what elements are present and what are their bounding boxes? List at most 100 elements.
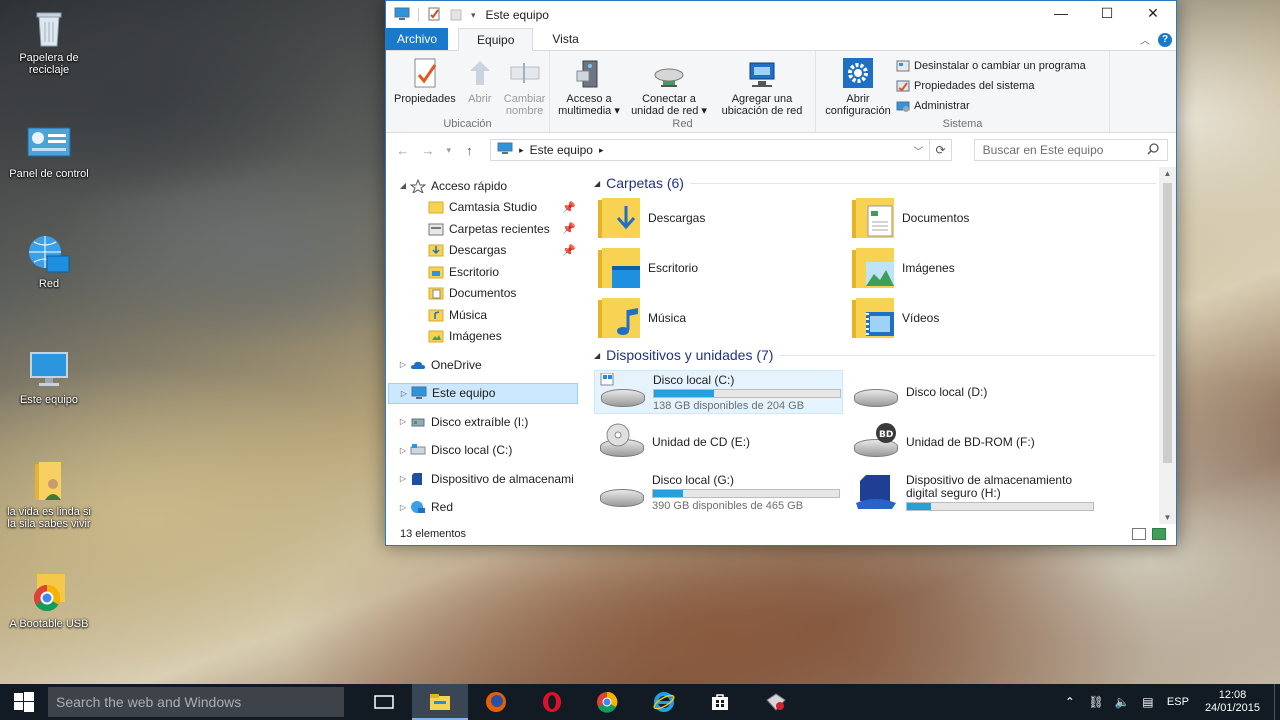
folder-escritorio[interactable]: Escritorio — [594, 246, 848, 290]
nav-local-disk-c[interactable]: ▷ Disco local (C:) — [386, 440, 586, 462]
taskbar-firefox[interactable] — [468, 684, 524, 720]
desktop-icon-bootable-usb[interactable]: A Bootable USB — [3, 574, 95, 630]
scrollbar-thumb[interactable] — [1163, 183, 1172, 463]
folder-descargas[interactable]: Descargas — [594, 196, 848, 240]
taskbar-opera[interactable] — [524, 684, 580, 720]
drive-c[interactable]: Disco local (C:) 138 GB disponibles de 2… — [594, 370, 843, 414]
refresh-icon[interactable]: ⟳ — [930, 139, 952, 161]
nav-item-documents[interactable]: Documentos — [386, 283, 586, 305]
nav-item-pictures[interactable]: Imágenes — [386, 326, 586, 348]
desktop-icon-user-folder[interactable]: la vida es linda si la sila sabes vivir — [3, 462, 95, 530]
folder-musica[interactable]: Música — [594, 296, 848, 340]
expand-arrow-icon[interactable]: ▷ — [396, 360, 410, 369]
folder-imagenes[interactable]: Imágenes — [848, 246, 1102, 290]
properties-qat-icon[interactable] — [427, 7, 441, 24]
qat-dropdown-icon[interactable]: ▾ — [471, 10, 476, 21]
task-view-button[interactable] — [356, 684, 412, 720]
folder-videos[interactable]: Vídeos — [848, 296, 1102, 340]
expand-arrow-icon[interactable]: ▷ — [396, 446, 410, 455]
back-arrow-icon[interactable]: ← — [394, 143, 411, 158]
taskbar-store[interactable] — [692, 684, 748, 720]
show-desktop-button[interactable] — [1274, 684, 1280, 720]
system-properties-link[interactable]: Propiedades del sistema — [896, 77, 1086, 94]
nav-onedrive[interactable]: ▷ OneDrive — [386, 354, 586, 376]
drive-d[interactable]: Disco local (D:) — [848, 370, 1102, 414]
help-icon[interactable]: ? — [1158, 32, 1172, 47]
taskbar-internet-explorer[interactable] — [636, 684, 692, 720]
network-tray-icon[interactable]: ⛓ — [1083, 695, 1109, 709]
scroll-down-icon[interactable]: ▼ — [1159, 513, 1176, 522]
show-hidden-icons-icon[interactable]: ⌃ — [1057, 695, 1083, 709]
nav-item-recent-folders[interactable]: Carpetas recientes 📌 — [386, 218, 586, 240]
recent-dropdown-icon[interactable]: ▾ — [445, 145, 453, 156]
folder-documentos[interactable]: Documentos — [848, 196, 1102, 240]
pin-icon[interactable]: 📌 — [562, 201, 576, 214]
up-arrow-icon[interactable]: ↑ — [461, 143, 478, 158]
nav-item-music[interactable]: Música — [386, 304, 586, 326]
search-input[interactable]: Buscar en Este equipo — [983, 143, 1104, 157]
desktop-icon-recycle-bin[interactable]: Papelera de reciclaje — [3, 8, 95, 76]
taskbar-recorder-app[interactable] — [748, 684, 804, 720]
taskbar-search-input[interactable]: Search the web and Windows — [48, 687, 344, 717]
nav-network[interactable]: ▷ Red — [386, 497, 586, 519]
pin-icon[interactable]: 📌 — [562, 244, 576, 257]
drive-f[interactable]: BD Unidad de BD-ROM (F:) — [848, 420, 1102, 464]
maximize-button[interactable]: ☐ — [1084, 1, 1130, 25]
collapse-triangle-icon[interactable]: ◢ — [594, 179, 600, 188]
uninstall-program-link[interactable]: Desinstalar o cambiar un programa — [896, 57, 1086, 74]
vertical-scrollbar[interactable]: ▲ ▼ — [1159, 167, 1176, 524]
this-pc-small-icon[interactable] — [394, 7, 410, 24]
taskbar-chrome-app[interactable] — [580, 684, 636, 720]
nav-this-pc[interactable]: ▷ Este equipo — [388, 382, 578, 404]
scroll-up-icon[interactable]: ▲ — [1159, 169, 1176, 178]
large-icons-view-icon[interactable] — [1152, 528, 1166, 540]
folders-section-header[interactable]: ◢ Carpetas (6) — [594, 172, 1176, 194]
taskbar-file-explorer[interactable] — [412, 684, 468, 720]
expand-arrow-icon[interactable]: ▷ — [397, 389, 411, 398]
language-indicator[interactable]: ESP — [1161, 696, 1195, 708]
drive-h[interactable]: Dispositivo de almacenamiento digital se… — [848, 470, 1102, 514]
tab-archivo[interactable]: Archivo — [386, 28, 449, 50]
nav-storage-device[interactable]: ▷ Dispositivo de almacenami — [386, 468, 586, 490]
expand-arrow-icon[interactable]: ▷ — [396, 503, 410, 512]
nav-item-camtasia[interactable]: Camtasia Studio 📌 — [386, 197, 586, 219]
address-dropdown-icon[interactable]: ﹀ — [913, 143, 923, 158]
tab-vista[interactable]: Vista — [541, 28, 589, 50]
start-button[interactable] — [0, 684, 48, 720]
collapse-ribbon-icon[interactable]: ︿ — [1140, 32, 1150, 47]
nav-item-downloads[interactable]: Descargas 📌 — [386, 240, 586, 262]
drive-g[interactable]: Disco local (G:) 390 GB disponibles de 4… — [594, 470, 848, 514]
expand-arrow-icon[interactable]: ◢ — [396, 181, 410, 190]
nav-removable-disk[interactable]: ▷ Disco extraíble (I:) — [386, 411, 586, 433]
tab-equipo[interactable]: Equipo — [458, 28, 534, 51]
desktop-icon-this-pc[interactable]: Este equipo — [3, 350, 95, 406]
drive-e[interactable]: Unidad de CD (E:) — [594, 420, 848, 464]
breadcrumb[interactable]: Este equipo — [530, 143, 593, 157]
nav-quick-access[interactable]: ◢ Acceso rápido — [386, 175, 586, 197]
breadcrumb-chevron-icon[interactable]: ▸ — [599, 145, 604, 156]
pin-icon[interactable]: 📌 — [562, 222, 576, 235]
minimize-button[interactable]: — — [1038, 1, 1084, 25]
manage-link[interactable]: Administrar — [896, 97, 1086, 114]
volume-icon[interactable]: 🔈 — [1109, 695, 1135, 709]
search-box[interactable]: Buscar en Este equipo — [973, 139, 1168, 161]
control-panel-icon — [27, 124, 71, 164]
title-bar[interactable]: ▾ Este equipo — ☐ ✕ — [386, 1, 1176, 29]
clock[interactable]: 12:08 24/01/2015 — [1195, 689, 1270, 715]
nav-label: Este equipo — [432, 386, 496, 401]
nav-item-desktop[interactable]: Escritorio — [386, 261, 586, 283]
close-button[interactable]: ✕ — [1130, 1, 1176, 25]
expand-arrow-icon[interactable]: ▷ — [396, 417, 410, 426]
devices-section-header[interactable]: ◢ Dispositivos y unidades (7) — [594, 344, 1176, 366]
desktop-icon-network[interactable]: Red — [3, 234, 95, 290]
details-view-icon[interactable] — [1132, 528, 1146, 540]
action-center-icon[interactable]: ▤ — [1135, 695, 1161, 709]
ribbon-group-sistema: Abrir configuración Desinstalar o cambia… — [816, 51, 1110, 132]
desktop-icon-control-panel[interactable]: Panel de control — [3, 124, 95, 180]
address-box[interactable]: ▸ Este equipo ▸ ﹀ — [490, 139, 931, 161]
breadcrumb-chevron-icon[interactable]: ▸ — [519, 145, 524, 156]
new-folder-qat-icon[interactable] — [449, 7, 463, 24]
collapse-triangle-icon[interactable]: ◢ — [594, 351, 600, 360]
expand-arrow-icon[interactable]: ▷ — [396, 474, 410, 483]
forward-arrow-icon[interactable]: → — [419, 143, 436, 158]
